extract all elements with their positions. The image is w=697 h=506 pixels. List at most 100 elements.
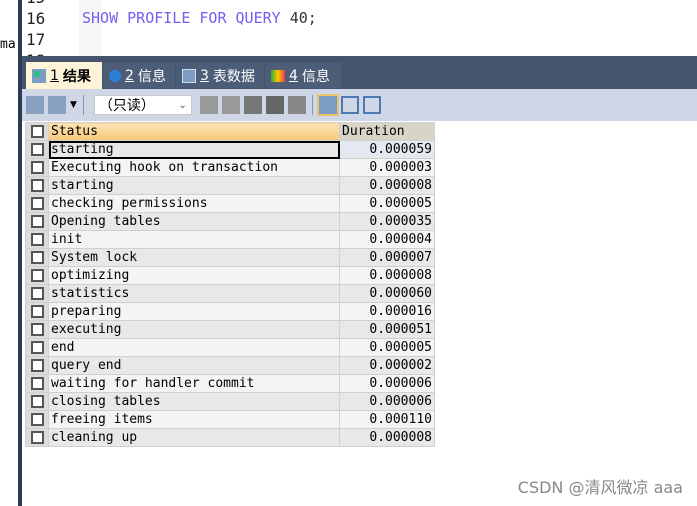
duration-cell[interactable]: 0.000008 xyxy=(339,428,435,447)
select-value: （只读） xyxy=(98,98,155,114)
row-checkbox[interactable] xyxy=(25,212,49,231)
readonly-select[interactable]: （只读） ⌄ xyxy=(93,95,192,115)
row-checkbox[interactable] xyxy=(25,428,49,447)
delete-icon[interactable] xyxy=(265,96,284,114)
row-checkbox[interactable] xyxy=(25,284,49,303)
tab-results[interactable]: 1 结果 xyxy=(26,62,102,89)
form-view-icon[interactable] xyxy=(340,96,359,114)
status-cell[interactable]: System lock xyxy=(48,248,340,267)
duration-cell[interactable]: 0.000110 xyxy=(339,410,435,429)
row-checkbox[interactable] xyxy=(25,338,49,357)
row-checkbox[interactable] xyxy=(25,176,49,195)
duration-cell[interactable]: 0.000008 xyxy=(339,176,435,195)
row-checkbox[interactable] xyxy=(25,194,49,213)
save-icon[interactable] xyxy=(243,96,262,114)
table-row[interactable]: waiting for handler commit 0.000006 xyxy=(25,374,435,393)
status-cell[interactable]: freeing items xyxy=(48,410,340,429)
row-checkbox[interactable] xyxy=(25,140,49,159)
status-cell[interactable]: closing tables xyxy=(48,392,340,411)
duration-cell[interactable]: 0.000059 xyxy=(339,140,435,159)
table-row[interactable]: optimizing 0.000008 xyxy=(25,266,435,285)
table-row[interactable]: Executing hook on transaction 0.000003 xyxy=(25,158,435,177)
code-line: SHOW PROFILE FOR QUERY 40; xyxy=(82,9,317,27)
tab-number: 2 xyxy=(125,67,134,84)
status-cell[interactable]: preparing xyxy=(48,302,340,321)
sql-editor[interactable]: 15 16 17 18 SHOW PROFILE FOR QUERY 40; xyxy=(22,0,697,56)
tab-info[interactable]: 2 信息 xyxy=(103,63,175,88)
row-checkbox[interactable] xyxy=(25,356,49,375)
result-tabs: 1 结果 2 信息 3 表数据 4 信息 xyxy=(22,56,697,89)
row-checkbox[interactable] xyxy=(25,158,49,177)
column-header-status[interactable]: Status xyxy=(48,122,340,141)
table-row[interactable]: statistics 0.000060 xyxy=(25,284,435,303)
row-checkbox[interactable] xyxy=(25,374,49,393)
tab-number: 1 xyxy=(50,67,59,84)
status-cell[interactable]: cleaning up xyxy=(48,428,340,447)
table-row[interactable]: query end 0.000002 xyxy=(25,356,435,375)
table-row[interactable]: cleaning up 0.000008 xyxy=(25,428,435,447)
duration-cell[interactable]: 0.000005 xyxy=(339,338,435,357)
table-row[interactable]: end 0.000005 xyxy=(25,338,435,357)
duration-cell[interactable]: 0.000051 xyxy=(339,320,435,339)
row-checkbox[interactable] xyxy=(25,410,49,429)
row-checkbox[interactable] xyxy=(25,392,49,411)
text-view-icon[interactable] xyxy=(362,96,381,114)
duration-cell[interactable]: 0.000008 xyxy=(339,266,435,285)
duration-cell[interactable]: 0.000035 xyxy=(339,212,435,231)
status-cell[interactable]: starting xyxy=(48,176,340,195)
table-row[interactable]: freeing items 0.000110 xyxy=(25,410,435,429)
duration-cell[interactable]: 0.000006 xyxy=(339,392,435,411)
status-cell[interactable]: checking permissions xyxy=(48,194,340,213)
import-icon[interactable] xyxy=(48,96,66,114)
duration-cell[interactable]: 0.000016 xyxy=(339,302,435,321)
divider xyxy=(311,95,313,115)
result-grid-icon xyxy=(32,68,46,83)
table-row[interactable]: init 0.000004 xyxy=(25,230,435,249)
column-header-duration[interactable]: Duration xyxy=(339,122,435,141)
status-cell[interactable]: starting xyxy=(48,140,340,159)
row-checkbox[interactable] xyxy=(25,320,49,339)
status-cell[interactable]: query end xyxy=(48,356,340,375)
tab-number: 4 xyxy=(289,67,298,84)
duration-cell[interactable]: 0.000060 xyxy=(339,284,435,303)
table-row[interactable]: Opening tables 0.000035 xyxy=(25,212,435,231)
row-checkbox[interactable] xyxy=(25,302,49,321)
duration-cell[interactable]: 0.000003 xyxy=(339,158,435,177)
tab-label: 信息 xyxy=(301,68,330,85)
table-row[interactable]: closing tables 0.000006 xyxy=(25,392,435,411)
cancel-icon[interactable] xyxy=(287,96,306,114)
add-row-icon[interactable] xyxy=(199,96,218,114)
grid-view-icon[interactable] xyxy=(316,94,339,116)
export-icon[interactable] xyxy=(26,96,44,114)
status-cell[interactable]: init xyxy=(48,230,340,249)
duration-cell[interactable]: 0.000002 xyxy=(339,356,435,375)
tab-number: 3 xyxy=(200,67,209,84)
duration-cell[interactable]: 0.000007 xyxy=(339,248,435,267)
status-cell[interactable]: end xyxy=(48,338,340,357)
status-cell[interactable]: optimizing xyxy=(48,266,340,285)
status-cell[interactable]: Executing hook on transaction xyxy=(48,158,340,177)
row-checkbox[interactable] xyxy=(25,248,49,267)
table-row[interactable]: starting 0.000059 xyxy=(25,140,435,159)
table-row[interactable]: preparing 0.000016 xyxy=(25,302,435,321)
table-row[interactable]: executing 0.000051 xyxy=(25,320,435,339)
duration-cell[interactable]: 0.000005 xyxy=(339,194,435,213)
dropdown-arrow-icon[interactable]: ▼ xyxy=(70,100,77,110)
status-cell[interactable]: statistics xyxy=(48,284,340,303)
tab-table-data[interactable]: 3 表数据 xyxy=(176,63,264,88)
status-cell[interactable]: Opening tables xyxy=(48,212,340,231)
table-row[interactable]: checking permissions 0.000005 xyxy=(25,194,435,213)
duration-cell[interactable]: 0.000006 xyxy=(339,374,435,393)
status-cell[interactable]: executing xyxy=(48,320,340,339)
status-cell[interactable]: waiting for handler commit xyxy=(48,374,340,393)
divider xyxy=(82,95,84,115)
table-row[interactable]: starting 0.000008 xyxy=(25,176,435,195)
select-all-checkbox[interactable] xyxy=(25,122,49,141)
duration-cell[interactable]: 0.000004 xyxy=(339,230,435,249)
row-checkbox[interactable] xyxy=(25,266,49,285)
table-row[interactable]: System lock 0.000007 xyxy=(25,248,435,267)
tab-label: 表数据 xyxy=(212,68,255,85)
tab-info-2[interactable]: 4 信息 xyxy=(265,63,342,88)
duplicate-row-icon[interactable] xyxy=(221,96,240,114)
row-checkbox[interactable] xyxy=(25,230,49,249)
